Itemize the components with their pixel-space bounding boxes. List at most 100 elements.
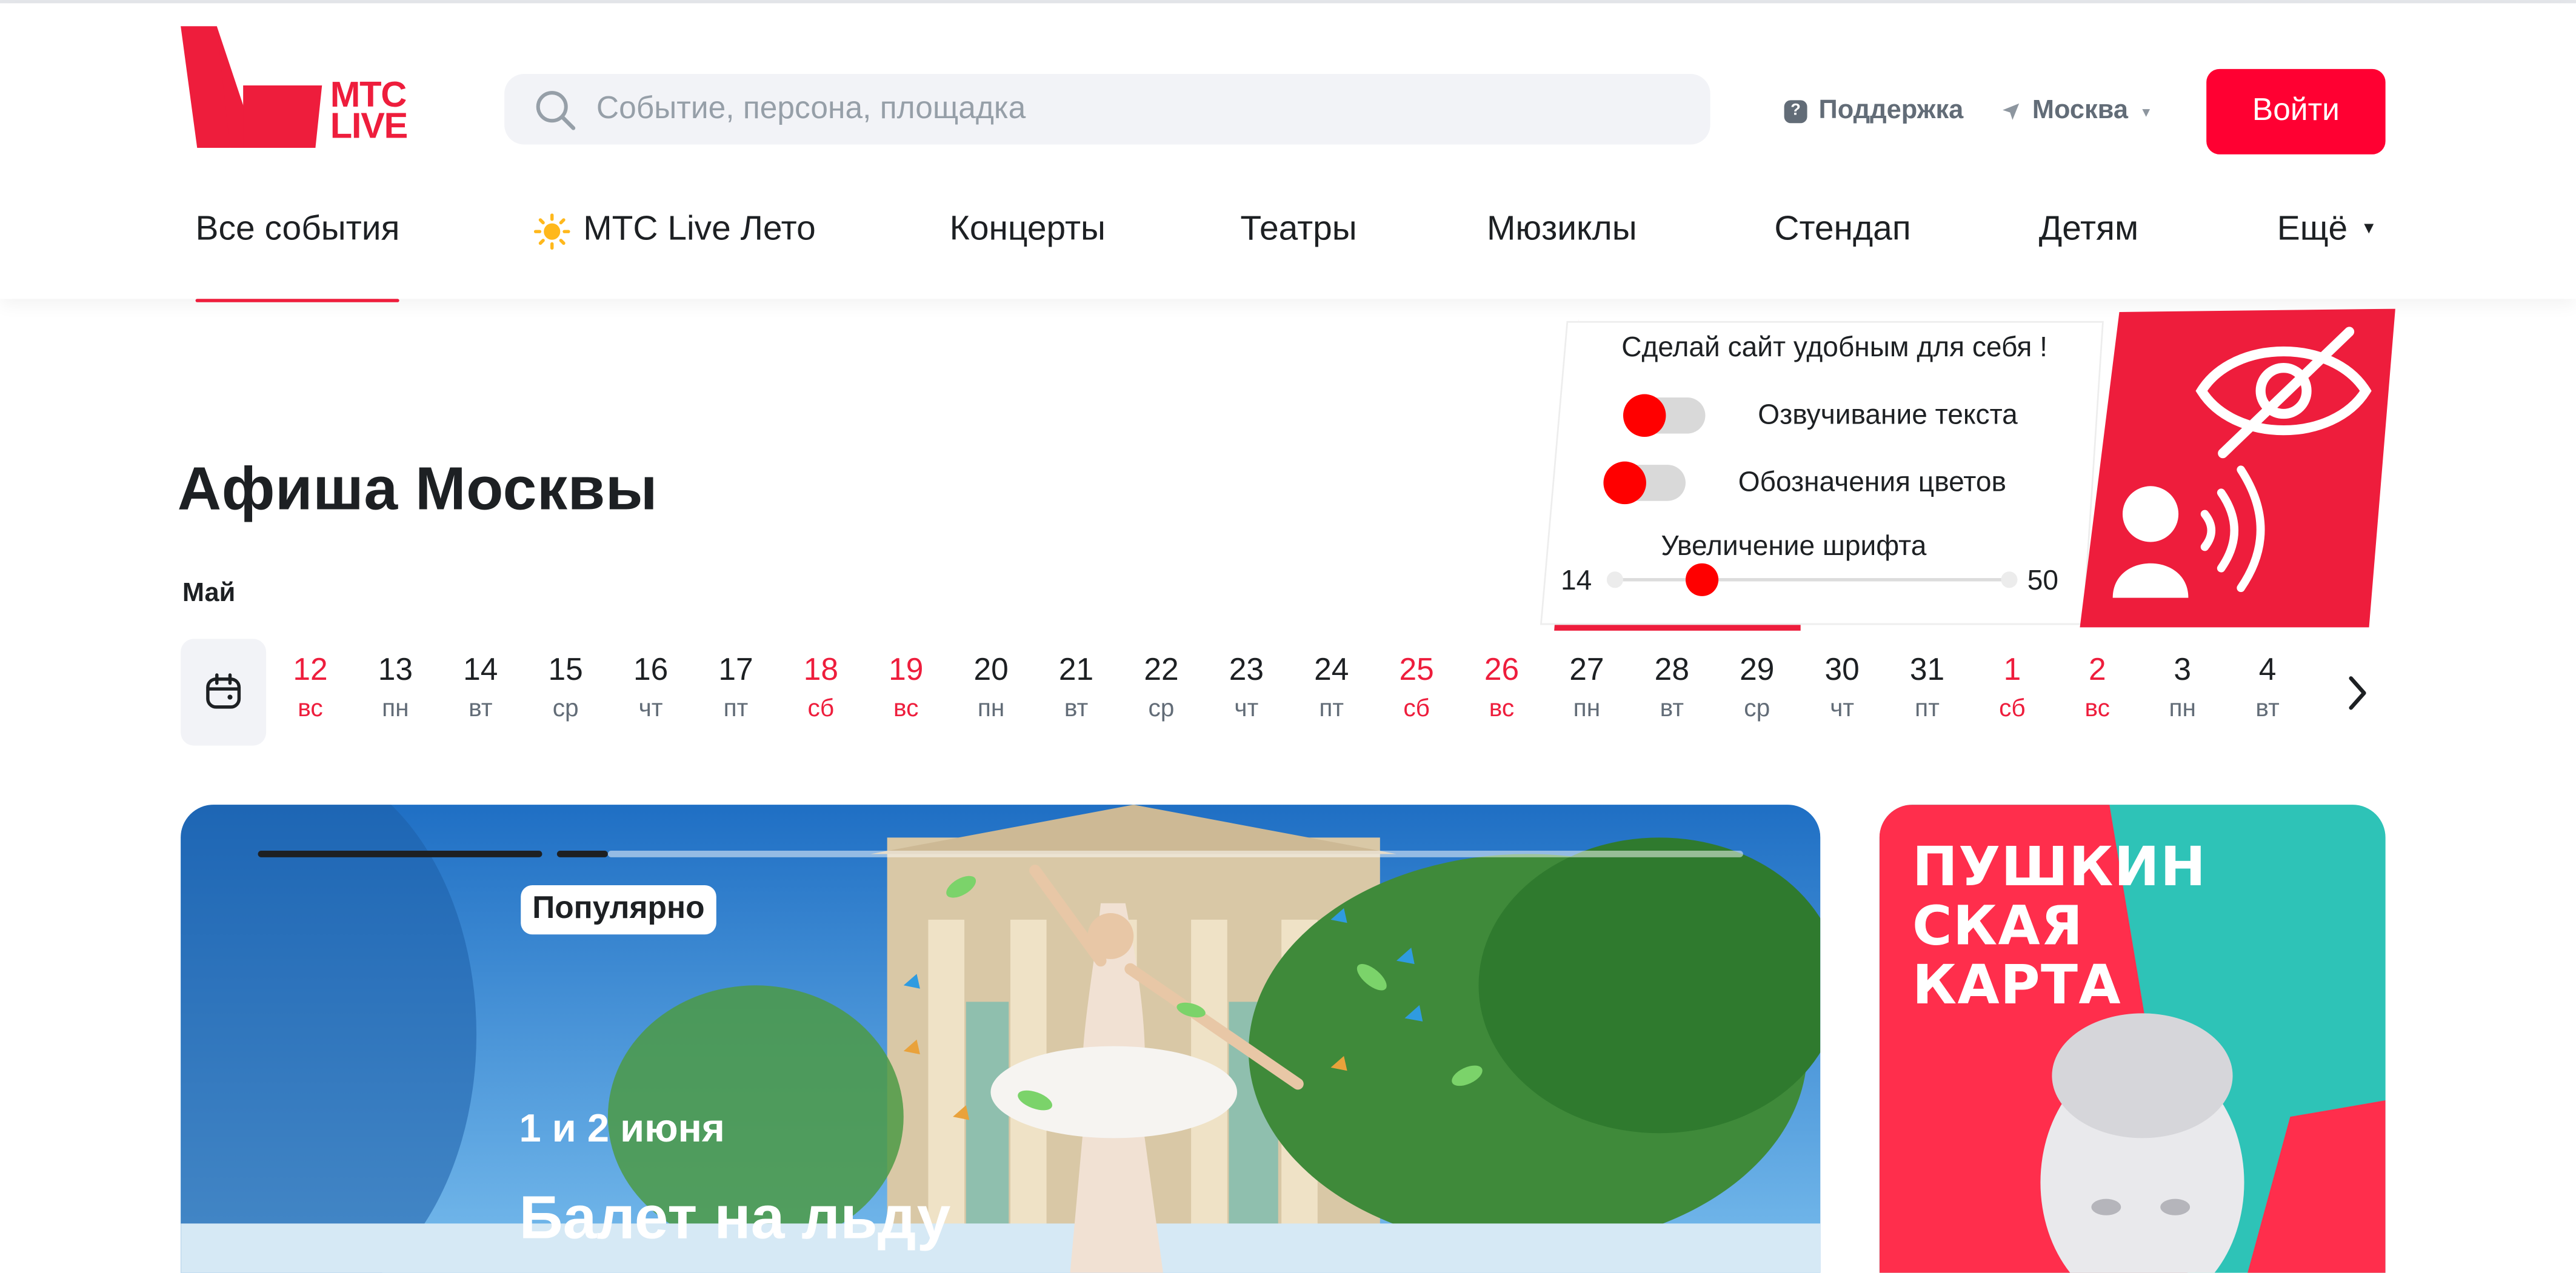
search-input[interactable] [596, 73, 1681, 145]
date-weekday: чт [638, 694, 663, 723]
nav-concerts-label: Концерты [949, 210, 1106, 248]
nav-mts-live-summer[interactable]: МТС Live Лето [533, 210, 816, 302]
calendar-button[interactable] [181, 639, 267, 746]
date-weekday: сб [1999, 694, 2026, 723]
slide-progress-current [556, 851, 608, 857]
date-1[interactable]: 1 сб [1970, 652, 2055, 728]
date-18[interactable]: 18 сб [778, 652, 863, 728]
question-icon: ? [1784, 100, 1807, 124]
nav-theaters-label: Театры [1240, 210, 1357, 248]
nav-theaters[interactable]: Театры [1240, 210, 1356, 302]
date-weekday: вт [469, 694, 493, 723]
hero-banner[interactable]: Популярно 1 и 2 июня Балет на льду [181, 805, 1821, 1273]
support-link[interactable]: ? Поддержка [1784, 95, 1964, 128]
date-number: 27 [1569, 653, 1604, 688]
date-19[interactable]: 19 вс [864, 652, 949, 728]
date-number: 28 [1654, 653, 1689, 688]
search-box[interactable] [504, 73, 1710, 145]
date-20[interactable]: 20 пн [949, 652, 1033, 728]
caret-down-icon: ▼ [2360, 220, 2377, 239]
page-title: Афиша Москвы [177, 454, 658, 522]
date-22[interactable]: 22 ср [1119, 652, 1204, 728]
slide-progress-remaining [607, 851, 1743, 857]
date-number: 29 [1740, 653, 1775, 688]
date-weekday: чт [1234, 694, 1259, 723]
nav-musicals[interactable]: Мюзиклы [1487, 210, 1637, 302]
font-size-slider-track[interactable] [1610, 578, 2009, 582]
date-28[interactable]: 28 вт [1629, 652, 1714, 728]
date-weekday: вт [1064, 694, 1089, 723]
nav-musicals-label: Мюзиклы [1487, 210, 1637, 248]
date-13[interactable]: 13 пн [353, 652, 438, 728]
date-2[interactable]: 2 вс [2055, 652, 2140, 728]
date-weekday: чт [1830, 694, 1855, 723]
date-weekday: вс [893, 694, 919, 723]
date-strip: 12 вс 13 пн 14 вт 15 ср 16 чт 17 пт 18 сб 19 вс 20 пн 21 вт… [268, 652, 2310, 728]
nav-standup[interactable]: Стендап [1774, 210, 1910, 302]
promo-title: ПУШКИН СКАЯ КАРТА [1912, 837, 2206, 1015]
date-number: 12 [293, 653, 328, 688]
date-30[interactable]: 30 чт [1800, 652, 1884, 728]
promo-line2: СКАЯ [1912, 893, 2084, 958]
nav-mts-live-summer-label: МТС Live Лето [583, 210, 816, 248]
date-17[interactable]: 17 пт [693, 652, 778, 728]
colors-toggle[interactable] [1603, 461, 1686, 505]
font-size-min: 14 [1560, 565, 1592, 596]
date-29[interactable]: 29 ср [1715, 652, 1800, 728]
support-label: Поддержка [1818, 96, 1964, 125]
date-number: 17 [718, 653, 753, 688]
date-23[interactable]: 23 чт [1204, 652, 1289, 728]
speech-toggle-knob [1623, 394, 1666, 437]
date-weekday: пн [382, 694, 409, 723]
date-weekday: ср [552, 694, 579, 723]
promo-line3: КАРТА [1912, 952, 2121, 1017]
nav-all-events-label: Все события [195, 210, 400, 248]
login-button[interactable]: Войти [2206, 68, 2386, 155]
date-number: 16 [633, 653, 669, 688]
speech-toggle-row[interactable]: Озвучивание текста [1623, 394, 2018, 437]
nav-more[interactable]: Ещё ▼ [2277, 210, 2377, 302]
date-weekday: вс [298, 694, 323, 723]
date-weekday: сб [807, 694, 835, 723]
nav-kids-label: Детям [2038, 210, 2139, 248]
date-21[interactable]: 21 вт [1033, 652, 1118, 728]
city-selector[interactable]: Москва ▼ [2001, 95, 2152, 128]
date-24[interactable]: 24 пт [1289, 652, 1374, 728]
nav-all-events[interactable]: Все события [195, 210, 401, 302]
date-number: 22 [1144, 653, 1179, 688]
chevron-right-icon[interactable] [2340, 670, 2376, 716]
date-31[interactable]: 31 пт [1884, 652, 1969, 728]
eye-crossed-icon[interactable] [2194, 322, 2374, 470]
date-27[interactable]: 27 пн [1544, 652, 1629, 728]
mts-live-logo[interactable]: МТС LIVE [178, 23, 434, 151]
date-25[interactable]: 25 сб [1374, 652, 1459, 728]
date-number: 13 [378, 653, 413, 688]
date-weekday: пт [1915, 694, 1940, 723]
date-number: 1 [2003, 653, 2021, 688]
date-weekday: пн [1573, 694, 1601, 723]
pushkin-card-promo[interactable]: ПУШКИН СКАЯ КАРТА [1879, 805, 2386, 1273]
month-label: Май [182, 579, 236, 608]
date-weekday: пт [723, 694, 749, 723]
nav-kids[interactable]: Детям [2039, 210, 2138, 302]
font-size-label: Увеличение шрифта [1661, 530, 1927, 562]
date-16[interactable]: 16 чт [608, 652, 693, 728]
date-3[interactable]: 3 пн [2140, 652, 2225, 728]
date-15[interactable]: 15 ср [523, 652, 608, 728]
date-weekday: вс [1489, 694, 1515, 723]
date-14[interactable]: 14 вт [438, 652, 523, 728]
nav-concerts[interactable]: Концерты [950, 210, 1106, 302]
date-weekday: пн [2169, 694, 2196, 723]
popular-badge: Популярно [521, 885, 716, 935]
date-12[interactable]: 12 вс [268, 652, 353, 728]
promo-line1: ПУШКИН [1912, 834, 2207, 899]
date-weekday: пн [977, 694, 1005, 723]
date-4[interactable]: 4 вт [2225, 652, 2310, 728]
date-weekday: пт [1319, 694, 1344, 723]
date-weekday: ср [1148, 694, 1175, 723]
speech-toggle[interactable] [1623, 394, 1706, 437]
voice-person-icon[interactable] [2109, 457, 2290, 605]
date-26[interactable]: 26 вс [1459, 652, 1544, 728]
colors-toggle-row[interactable]: Обозначения цветов [1603, 461, 2006, 505]
location-arrow-icon [2003, 103, 2020, 120]
